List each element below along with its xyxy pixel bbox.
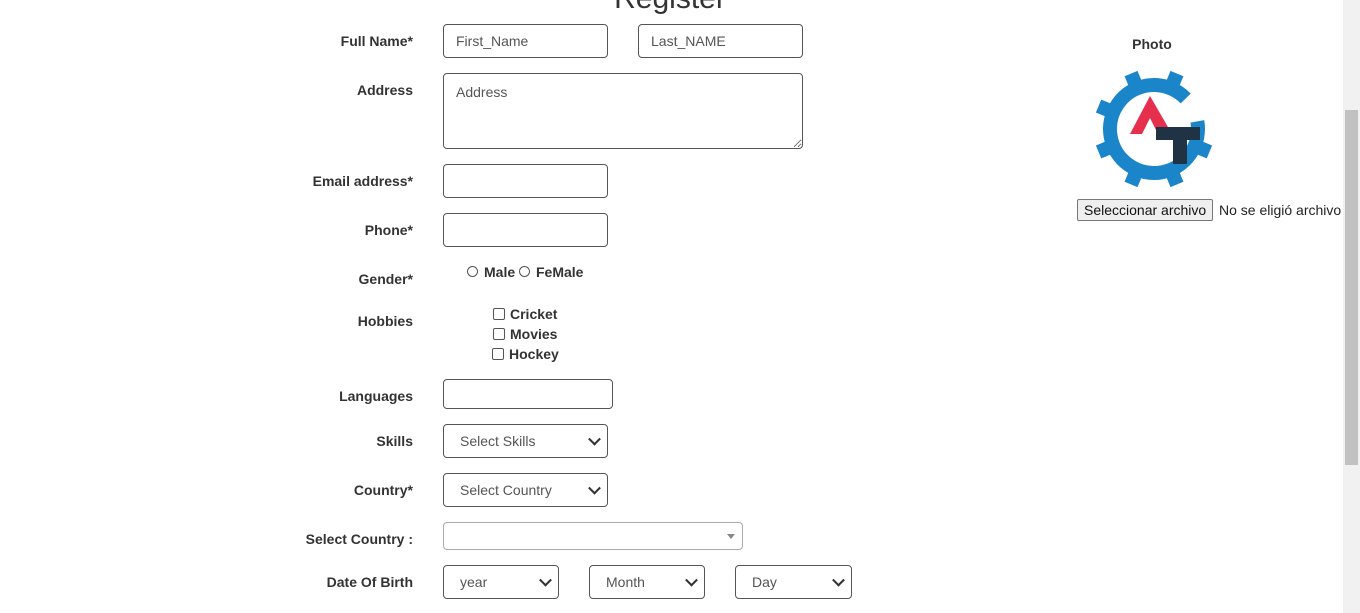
- dropdown-arrow-icon: [727, 534, 735, 539]
- gender-male-radio[interactable]: [467, 266, 478, 277]
- address-textarea[interactable]: Address: [443, 73, 803, 149]
- chevron-down-icon: [685, 573, 698, 587]
- gender-female-label: FeMale: [536, 264, 584, 280]
- address-label: Address: [356, 82, 413, 98]
- email-input[interactable]: [443, 164, 608, 198]
- languages-label: Languages: [339, 388, 413, 404]
- skills-label: Skills: [376, 433, 413, 449]
- photo-label: Photo: [1132, 36, 1172, 52]
- hobbies-label: Hobbies: [357, 313, 413, 329]
- logo-image: [1095, 70, 1213, 188]
- hobby-movies-label: Movies: [510, 326, 558, 342]
- country-label: Country*: [353, 482, 413, 498]
- country-select-value: Select Country: [460, 482, 552, 498]
- last-name-input[interactable]: [638, 24, 803, 58]
- dob-label: Date Of Birth: [326, 574, 413, 590]
- hobby-cricket-label: Cricket: [510, 306, 558, 322]
- chevron-down-icon: [588, 432, 601, 446]
- gender-label: Gender*: [358, 271, 413, 287]
- page-title: Register: [540, 0, 800, 16]
- hobby-hockey-label: Hockey: [509, 346, 559, 362]
- phone-input[interactable]: [443, 213, 608, 247]
- hobby-movies-checkbox[interactable]: [493, 328, 505, 340]
- chevron-down-icon: [588, 481, 601, 495]
- full-name-label: Full Name*: [340, 33, 413, 49]
- hobby-hockey-checkbox[interactable]: [492, 348, 504, 360]
- email-label: Email address*: [312, 173, 413, 189]
- choose-file-button[interactable]: Seleccionar archivo: [1077, 199, 1214, 221]
- scrollbar-thumb[interactable]: [1345, 110, 1358, 465]
- hobby-cricket-checkbox[interactable]: [493, 308, 505, 320]
- dob-day-value: Day: [752, 574, 777, 590]
- select-country-label: Select Country :: [305, 531, 413, 547]
- country-select[interactable]: Select Country: [443, 473, 608, 507]
- dob-day-select[interactable]: Day: [735, 565, 852, 599]
- dob-year-value: year: [460, 574, 488, 590]
- languages-input[interactable]: [443, 379, 613, 409]
- gender-female-radio[interactable]: [519, 266, 530, 277]
- gender-male-label: Male: [484, 264, 516, 280]
- file-status-text: No se eligió archivo: [1219, 202, 1342, 218]
- first-name-input[interactable]: [443, 24, 608, 58]
- chevron-down-icon: [539, 573, 552, 587]
- dob-month-value: Month: [606, 574, 645, 590]
- phone-label: Phone*: [364, 222, 413, 238]
- dob-year-select[interactable]: year: [443, 565, 559, 599]
- select-country-combobox[interactable]: [443, 522, 743, 550]
- skills-select[interactable]: Select Skills: [443, 424, 608, 458]
- skills-select-value: Select Skills: [460, 433, 536, 449]
- dob-month-select[interactable]: Month: [589, 565, 705, 599]
- chevron-down-icon: [832, 573, 845, 587]
